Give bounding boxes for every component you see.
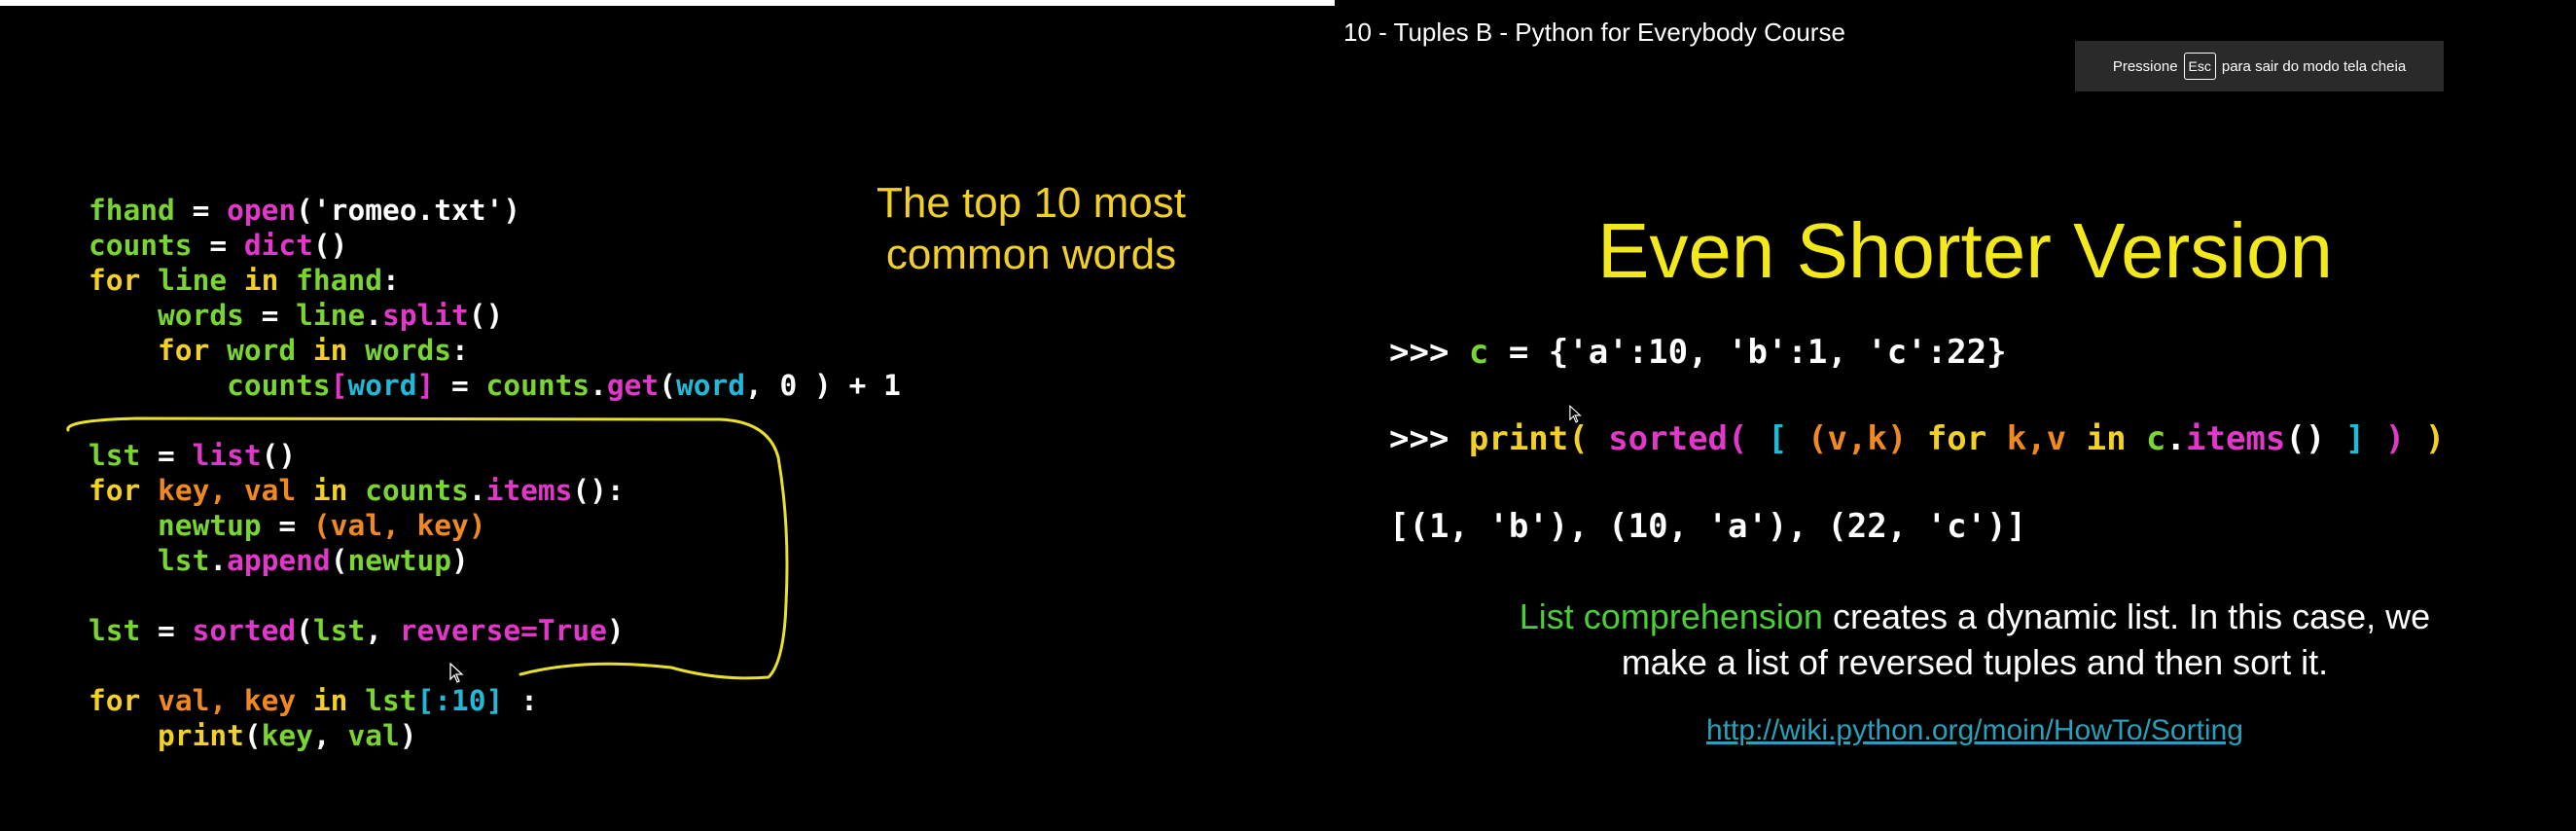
- code-token: k,v: [2006, 419, 2067, 458]
- code-token: for: [1926, 419, 1987, 458]
- code-token: [(1, 'b'), (10, 'a'), (22, 'c')]: [1389, 507, 2027, 546]
- code-token: items: [2186, 419, 2286, 458]
- fullscreen-exit-banner: Pressione Esc para sair do modo tela che…: [2075, 41, 2444, 91]
- explanation-text: creates a dynamic list. In this case, we: [1822, 596, 2431, 636]
- mouse-cursor-icon: [449, 663, 464, 683]
- code-token: c: [1468, 333, 1489, 372]
- code-token: sorted: [1608, 419, 1729, 458]
- right-video-frame: [1335, 0, 2576, 831]
- mouse-cursor-icon: [1569, 405, 1582, 423]
- code-token: c: [2146, 419, 2166, 458]
- key-esc-icon: Esc: [2183, 53, 2216, 80]
- video-player[interactable]: fhand = open('romeo.txt') counts = dict(…: [0, 0, 2576, 831]
- code-token: >>>: [1389, 419, 1469, 458]
- code-token: (: [1568, 419, 1609, 458]
- code-token: ): [2405, 419, 2446, 458]
- code-token: (v,k): [1807, 419, 1908, 458]
- explanation-line-2: make a list of reversed tuples and then …: [1621, 642, 2329, 682]
- repl-line: >>> c = {'a':10, 'b':1, 'c':22}: [1389, 333, 2007, 372]
- fullscreen-banner-prefix: Pressione: [2112, 57, 2178, 75]
- fullscreen-banner-suffix: para sair do modo tela cheia: [2221, 57, 2407, 75]
- code-token: [: [1767, 419, 1807, 458]
- sorting-howto-link[interactable]: http://wiki.python.org/moin/HowTo/Sortin…: [1576, 714, 2374, 747]
- repl-output: [(1, 'b'), (10, 'a'), (22, 'c')]: [1389, 507, 2026, 546]
- repl-line: >>> print( sorted( [ (v,k) for k,v in c.…: [1389, 419, 2445, 458]
- code-token: (): [2285, 419, 2326, 458]
- slide-title: Even Shorter Version: [1597, 207, 2333, 294]
- code-token: .: [2165, 419, 2186, 458]
- code-token: in: [2086, 419, 2127, 458]
- slide-explanation: List comprehension creates a dynamic lis…: [1440, 594, 2510, 685]
- video-title: 10 - Tuples B - Python for Everybody Cou…: [1343, 18, 1845, 47]
- code-token: >>>: [1389, 333, 1469, 372]
- code-token: ]: [2325, 419, 2366, 458]
- code-token: ): [2365, 419, 2406, 458]
- code-token: print: [1468, 419, 1569, 458]
- annotation-loop: [66, 416, 789, 680]
- explanation-highlight: List comprehension: [1519, 596, 1823, 636]
- code-token: (: [1728, 419, 1768, 458]
- code-token: = {'a':10, 'b':1, 'c':22}: [1488, 333, 2007, 372]
- explanation-line-1: List comprehension creates a dynamic lis…: [1440, 594, 2510, 639]
